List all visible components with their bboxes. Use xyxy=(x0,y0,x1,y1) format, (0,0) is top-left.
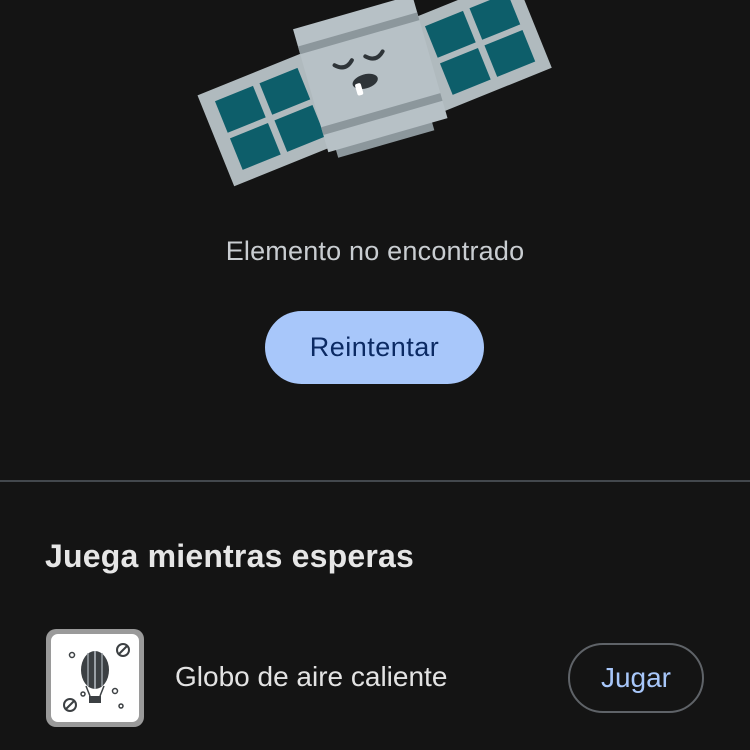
retry-button[interactable]: Reintentar xyxy=(265,311,484,384)
error-message: Elemento no encontrado xyxy=(225,236,525,266)
section-divider xyxy=(0,480,750,482)
section-title: Juega mientras esperas xyxy=(45,538,415,574)
game-title: Globo de aire caliente xyxy=(175,661,448,692)
sleeping-satellite-illustration xyxy=(197,0,552,187)
play-button[interactable]: Jugar xyxy=(568,643,704,713)
hot-air-balloon-icon xyxy=(46,629,144,727)
